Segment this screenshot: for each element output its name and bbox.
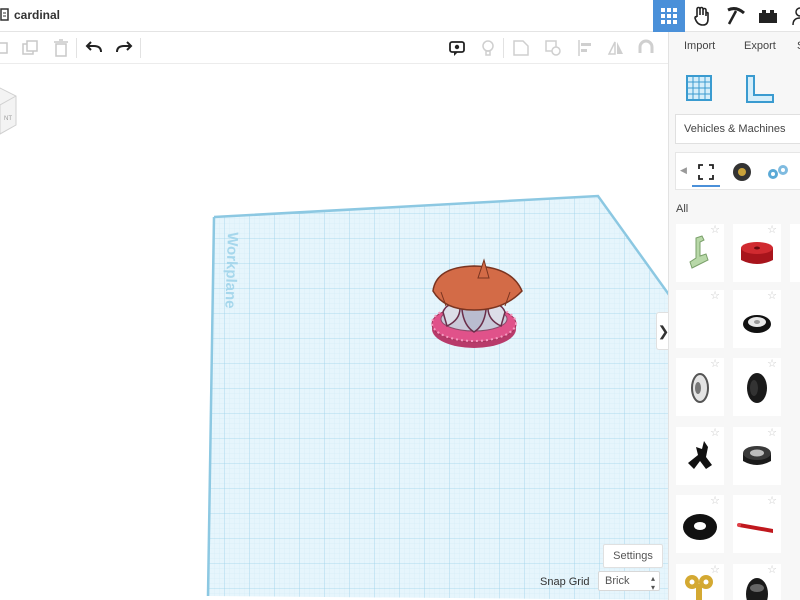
snap-grid-select[interactable]: Brick ▴ ▾ [598,571,660,592]
minecraft-button[interactable] [720,0,752,32]
library-name: Vehicles & Machines [684,123,786,135]
shape-tile[interactable]: ☆ [733,358,781,416]
duplicate-button[interactable] [18,36,42,60]
shape-tile[interactable]: ☆ [676,495,724,553]
favorite-star-icon[interactable]: ☆ [767,225,777,236]
export-button[interactable]: Export [744,40,776,52]
shape-tile[interactable]: ☆ [676,427,724,485]
shape-tile[interactable]: ☆ [733,495,781,553]
shape-tile[interactable]: ☆ [733,290,781,348]
trash-icon [54,39,68,57]
toolbar-divider [503,38,504,58]
workplane-tool-icon[interactable] [685,74,713,102]
workplane-label: Workplane [221,232,241,309]
favorite-star-icon[interactable]: ☆ [710,428,720,439]
mirror-button[interactable] [604,36,628,60]
3d-viewport[interactable]: NT Workplane Settings Snap Grid Brick ▴ … [0,64,668,600]
favorite-star-icon[interactable]: ☆ [767,291,777,302]
snap-grid-value: Brick [605,575,630,587]
panel-collapse-tab[interactable]: ❯ [656,312,668,350]
category-parts-tab[interactable] [764,159,792,185]
favorite-star-icon[interactable]: ☆ [710,496,720,507]
notes-button[interactable] [445,36,469,60]
top-bar: cardinal [0,0,800,32]
align-button[interactable] [573,36,597,60]
favorite-star-icon[interactable]: ☆ [710,291,720,302]
copy-icon [0,42,8,54]
shape-tile[interactable]: ☆ [676,358,724,416]
toolbar-divider [140,38,141,58]
favorite-star-icon[interactable]: ☆ [767,496,777,507]
magnet-icon [638,39,654,53]
chevron-left-icon[interactable]: ◀ [680,165,687,176]
category-bar: ◀ [675,152,800,190]
duplicate-icon [22,40,38,55]
fullscreen-icon [698,164,714,180]
shape-tile[interactable]: ☆ [676,564,724,600]
document-icon [0,8,9,21]
hide-button[interactable] [634,36,658,60]
codeblocks-button[interactable] [686,0,718,32]
light-button[interactable] [476,36,500,60]
edit-toolbar [0,32,668,64]
import-button[interactable]: Import [684,40,715,52]
gear-parts-icon [768,165,788,179]
design-title[interactable]: cardinal [14,8,60,22]
favorite-star-icon[interactable]: ☆ [710,565,720,576]
redo-button[interactable] [112,36,136,60]
chevron-right-icon: ❯ [658,323,668,340]
3d-design-icon [661,8,677,24]
ungroup-icon [545,40,561,56]
comment-icon [449,41,465,56]
snap-grid-label: Snap Grid [540,576,590,588]
redo-icon [116,41,133,53]
favorite-star-icon[interactable]: ☆ [710,359,720,370]
toolbar-divider [76,38,77,58]
favorite-star-icon[interactable]: ☆ [767,565,777,576]
shapes-panel: Import Export S Vehicles & Machines ◀ Al… [668,32,800,600]
shape-tile[interactable]: ☆ [676,224,724,282]
favorite-star-icon[interactable]: ☆ [767,428,777,439]
shape-tile[interactable]: ☆ [676,290,724,348]
lego-brick-icon [759,10,777,23]
group-icon [513,40,529,56]
shape-tile[interactable]: ☆ [733,564,781,600]
ruler-tool-icon[interactable] [745,74,775,104]
codeblocks-icon [694,6,709,26]
wheel-icon [733,163,751,181]
group-button[interactable] [509,36,533,60]
mirror-icon [607,41,623,55]
pickaxe-icon [727,7,745,25]
copy-button[interactable] [0,36,14,60]
category-wheels-tab[interactable] [728,159,756,185]
lego-button[interactable] [752,0,784,32]
lightbulb-icon [482,40,494,56]
3d-design-button[interactable] [653,0,685,32]
caret-updown-icon: ▴ ▾ [650,574,655,592]
favorite-star-icon[interactable]: ☆ [710,225,720,236]
undo-button[interactable] [82,36,106,60]
ungroup-button[interactable] [541,36,565,60]
workplane[interactable]: Workplane [0,64,668,600]
undo-icon [85,41,102,53]
delete-button[interactable] [49,36,73,60]
favorite-star-icon[interactable]: ☆ [767,359,777,370]
user-button[interactable] [784,0,800,32]
settings-button[interactable]: Settings [603,544,663,568]
category-all-tab[interactable] [692,159,720,187]
shape-tile[interactable]: ☆ [733,427,781,485]
category-all-label: All [676,203,689,215]
align-icon [578,40,591,56]
shape-library-select[interactable]: Vehicles & Machines [675,114,800,144]
shape-tile[interactable]: ☆ [790,224,800,282]
shape-tile[interactable]: ☆ [733,224,781,282]
user-icon [792,7,800,26]
